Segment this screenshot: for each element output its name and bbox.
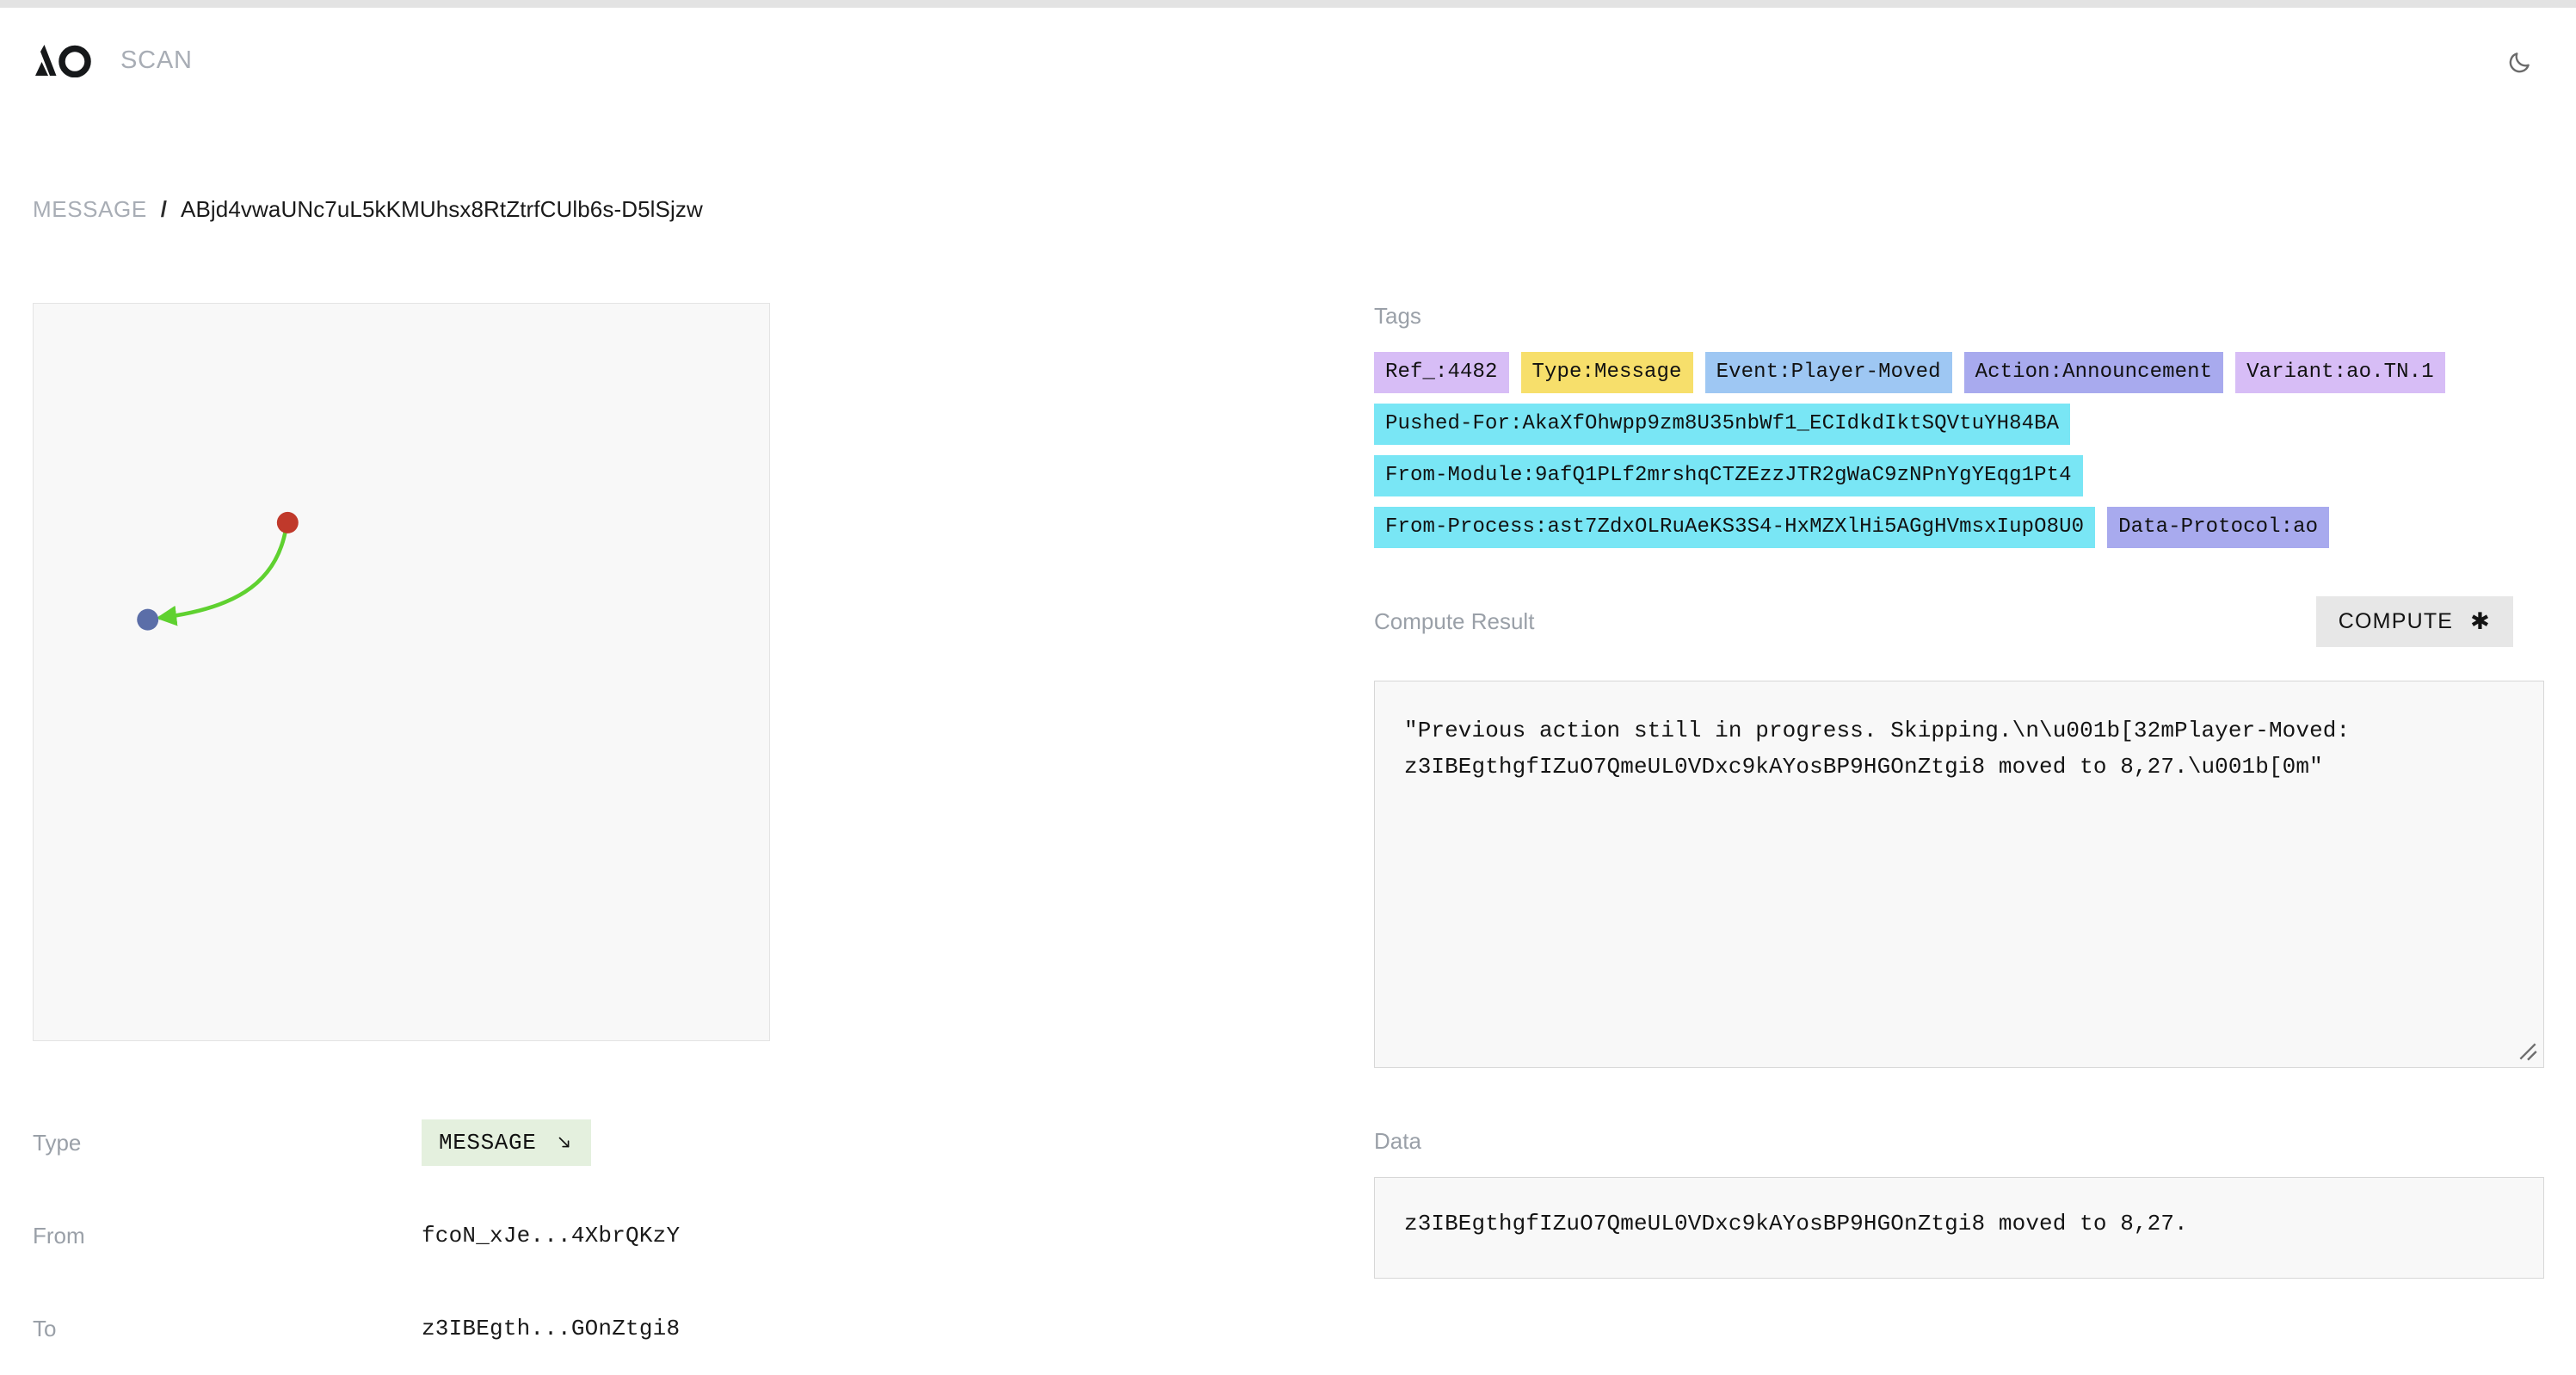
tag-chip[interactable]: Data-Protocol:ao	[2107, 507, 2330, 548]
detail-value-from[interactable]: fcoN_xJe...4XbrQKzY	[422, 1223, 680, 1249]
graph-node-from[interactable]	[276, 511, 299, 533]
detail-row-to: To z3IBEgth...GOnZtgi8	[33, 1282, 770, 1375]
tag-chip[interactable]: From-Process:ast7ZdxOLRuAeKS3S4-HxMZXlHi…	[1374, 507, 2096, 548]
tag-chip[interactable]: Ref_:4482	[1374, 352, 1509, 393]
tag-chip[interactable]: Action:Announcement	[1963, 352, 2224, 393]
message-graph-panel[interactable]	[33, 303, 770, 1041]
right-column: Tags Ref_:4482 Type:Message Event:Player-M…	[1374, 303, 2544, 1279]
tags-list: Ref_:4482 Type:Message Event:Player-Moved A…	[1374, 352, 2493, 548]
graph-node-to[interactable]	[137, 608, 159, 631]
detail-label-from: From	[33, 1222, 85, 1249]
detail-label-to: To	[33, 1315, 57, 1341]
breadcrumb-root[interactable]: MESSAGE	[33, 196, 147, 223]
moon-glyph	[2509, 52, 2530, 73]
message-details-list: Type MESSAGE From fcoN_xJe...4XbrQKzY To…	[33, 1096, 770, 1375]
data-box[interactable]: z3IBEgthgfIZuO7QmeUL0VDxc9kAYosBP9HGOnZt…	[1374, 1177, 2544, 1279]
type-dropdown[interactable]: MESSAGE	[422, 1119, 592, 1166]
graph-edge	[156, 527, 288, 626]
message-graph	[137, 511, 299, 631]
tags-label: Tags	[1374, 303, 1421, 329]
top-accent-bar	[0, 0, 2576, 8]
breadcrumb-message-id: ABjd4vwaUNc7uL5kKMUhsx8RtZtrfCUlb6s-D5lS…	[181, 196, 703, 222]
tag-chip[interactable]: From-Module:9afQ1PLf2mrshqCTZEzzJTR2gWaC…	[1374, 455, 2083, 496]
detail-value-to[interactable]: z3IBEgth...GOnZtgi8	[422, 1316, 680, 1341]
breadcrumb-separator: /	[160, 196, 168, 222]
compute-result-text: "Previous action still in progress. Skip…	[1404, 718, 2363, 780]
compute-button-label: COMPUTE	[2338, 609, 2454, 633]
brand-name: SCAN	[120, 46, 193, 74]
detail-row-type: Type MESSAGE	[33, 1096, 770, 1189]
resize-handle-icon[interactable]	[2517, 1040, 2539, 1063]
tag-chip[interactable]: Type:Message	[1520, 352, 1693, 393]
left-column: Type MESSAGE From fcoN_xJe...4XbrQKzY To…	[33, 303, 770, 1375]
type-value: MESSAGE	[439, 1130, 537, 1156]
brand-block[interactable]: SCAN	[33, 43, 193, 77]
data-label: Data	[1374, 1128, 1421, 1154]
ao-logo-icon	[35, 45, 91, 77]
sparkle-icon: ✱	[2470, 608, 2491, 634]
detail-label-type: Type	[33, 1129, 82, 1156]
app-header: SCAN	[0, 8, 2576, 113]
compute-button[interactable]: COMPUTE ✱	[2315, 596, 2513, 647]
tag-chip[interactable]: Event:Player-Moved	[1704, 352, 1952, 393]
data-text: z3IBEgthgfIZuO7QmeUL0VDxc9kAYosBP9HGOnZt…	[1404, 1211, 2188, 1236]
compute-result-header: Compute Result COMPUTE ✱	[1374, 596, 2544, 658]
arrow-down-right-icon	[559, 1137, 570, 1148]
moon-icon[interactable]	[2500, 44, 2538, 82]
breadcrumb: MESSAGE / ABjd4vwaUNc7uL5kKMUhsx8RtZtrfC…	[33, 196, 703, 223]
tag-chip[interactable]: Variant:ao.TN.1	[2235, 352, 2445, 393]
detail-row-from: From fcoN_xJe...4XbrQKzY	[33, 1189, 770, 1282]
tag-chip[interactable]: Pushed-For:AkaXfOhwpp9zm8U35nbWf1_ECIdkd…	[1374, 404, 2071, 445]
compute-result-box[interactable]: "Previous action still in progress. Skip…	[1374, 681, 2544, 1068]
